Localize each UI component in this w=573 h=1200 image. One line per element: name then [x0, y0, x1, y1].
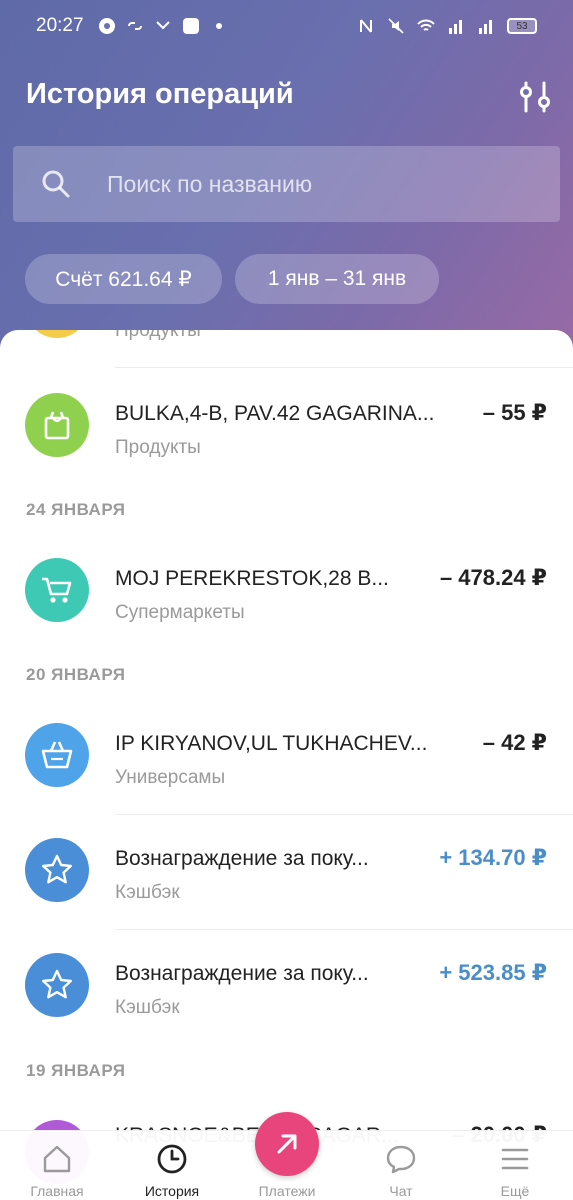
link-icon: [127, 22, 142, 30]
transaction-name: Вознаграждение за поку...: [115, 962, 369, 985]
cart-icon: [25, 558, 89, 622]
transactions-list: Продукты BULKA,4-B, PAV.42 GAGARINA... П…: [0, 330, 573, 1200]
transaction-row[interactable]: BULKA,4-B, PAV.42 GAGARINA... Продукты –…: [0, 370, 573, 482]
arrow-up-right-icon: [277, 1134, 297, 1154]
app-badge-icon: [182, 18, 199, 34]
transaction-amount: + 523.85 ₽: [439, 960, 547, 985]
basket-icon: [25, 723, 89, 787]
transaction-name: BULKA,4-B, PAV.42 GAGARINA...: [115, 402, 435, 425]
clock-icon: [157, 1144, 187, 1174]
transaction-name: IP KIRYANOV,UL TUKHACHEV...: [115, 732, 428, 755]
tab-chat[interactable]: Чат: [351, 1131, 451, 1200]
search-input[interactable]: [107, 170, 527, 198]
tab-label: Платежи: [258, 1183, 316, 1199]
transaction-amount: + 134.70 ₽: [439, 845, 547, 870]
transaction-category: Супермаркеты: [115, 602, 245, 623]
mute-icon: [388, 18, 404, 34]
app-notification-icon: [98, 18, 115, 34]
transaction-amount: – 55 ₽: [482, 400, 547, 425]
transaction-category: Универсамы: [115, 767, 226, 788]
grocery-bag-icon: [25, 393, 89, 457]
search-bar[interactable]: [13, 146, 560, 222]
nfc-icon: [360, 19, 372, 33]
tab-label: История: [144, 1183, 200, 1199]
transaction-row[interactable]: Вознаграждение за поку... Кэшбэк + 134.7…: [0, 815, 573, 927]
tab-home[interactable]: Главная: [7, 1131, 107, 1200]
transaction-category: Кэшбэк: [115, 882, 180, 903]
transaction-amount: – 42 ₽: [482, 730, 547, 755]
category-icon: [25, 330, 89, 338]
payments-button[interactable]: [255, 1112, 319, 1176]
menu-icon: [501, 1148, 529, 1170]
transaction-name: Вознаграждение за поку...: [115, 847, 369, 870]
transaction-category: Продукты: [115, 330, 201, 341]
chat-bubble-icon: [386, 1145, 416, 1174]
battery-icon: 53: [507, 18, 537, 34]
star-icon: [25, 953, 89, 1017]
account-filter-chip[interactable]: Счёт 621.64 ₽: [25, 254, 222, 304]
home-icon: [43, 1145, 71, 1173]
transaction-name: MOJ PEREKRESTOK,28 B...: [115, 567, 389, 590]
tab-label: Чат: [389, 1183, 413, 1199]
page-title: История операций: [26, 78, 294, 110]
date-header: 20 ЯНВАРЯ: [26, 665, 126, 684]
tab-label: Главная: [30, 1183, 84, 1199]
dot-icon: [215, 23, 222, 29]
search-icon: [42, 170, 70, 198]
missed-call-icon: [155, 21, 170, 30]
date-header: 24 ЯНВАРЯ: [26, 500, 126, 519]
status-bar: 20:27 53: [0, 0, 573, 52]
signal-icon-2: [479, 20, 492, 34]
transaction-row[interactable]: Вознаграждение за поку... Кэшбэк + 523.8…: [0, 930, 573, 1042]
filter-settings-icon[interactable]: [518, 80, 552, 114]
transaction-row[interactable]: IP KIRYANOV,UL TUKHACHEV... Универсамы –…: [0, 700, 573, 812]
status-time: 20:27: [36, 15, 84, 36]
date-header: 19 ЯНВАРЯ: [26, 1061, 126, 1080]
transaction-category: Кэшбэк: [115, 997, 180, 1018]
signal-icon: [449, 20, 462, 34]
star-icon: [25, 838, 89, 902]
wifi-icon: [417, 19, 435, 31]
transaction-category: Продукты: [115, 437, 201, 458]
period-filter-chip[interactable]: 1 янв – 31 янв: [235, 254, 439, 304]
transaction-row[interactable]: MOJ PEREKRESTOK,28 B... Супермаркеты – 4…: [0, 535, 573, 647]
divider: [115, 367, 573, 368]
tab-history[interactable]: История: [122, 1131, 222, 1200]
transaction-amount: – 478.24 ₽: [439, 565, 547, 590]
tab-label: Ещё: [500, 1183, 530, 1199]
tab-more[interactable]: Ещё: [465, 1131, 565, 1200]
